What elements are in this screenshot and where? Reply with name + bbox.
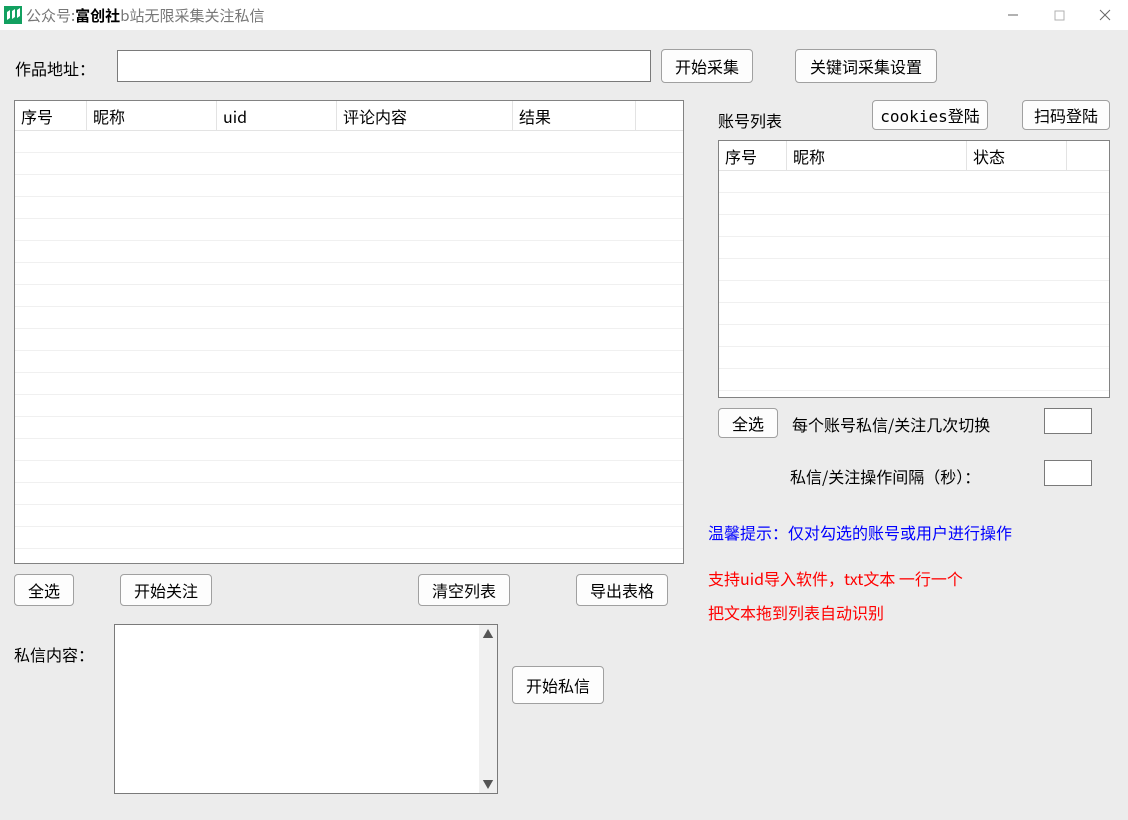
col-index[interactable]: 序号 xyxy=(15,101,87,130)
table-row[interactable] xyxy=(15,175,683,197)
scroll-up-icon[interactable]: ▲ xyxy=(483,625,494,643)
scroll-down-icon[interactable]: ▼ xyxy=(483,775,494,793)
title-brand: 富创社 xyxy=(75,5,120,26)
app-icon xyxy=(4,6,22,24)
keyword-settings-button[interactable]: 关键词采集设置 xyxy=(795,49,937,83)
col-uid[interactable]: uid xyxy=(217,101,337,130)
col-comment[interactable]: 评论内容 xyxy=(337,101,513,130)
main-table[interactable]: 序号 昵称 uid 评论内容 结果 xyxy=(14,100,684,564)
table-row[interactable] xyxy=(15,395,683,417)
title-bar: 公众号: 富创社 b站无限采集关注私信 xyxy=(0,0,1128,30)
table-row[interactable] xyxy=(15,241,683,263)
clear-list-button[interactable]: 清空列表 xyxy=(418,574,510,606)
pm-scrollbar[interactable]: ▲ ▼ xyxy=(479,625,497,793)
pm-content-label: 私信内容： xyxy=(14,642,94,666)
table-row[interactable] xyxy=(15,461,683,483)
acct-col-index[interactable]: 序号 xyxy=(719,141,787,170)
window-controls xyxy=(990,0,1128,30)
main-table-header: 序号 昵称 uid 评论内容 结果 xyxy=(15,101,683,131)
table-row[interactable] xyxy=(15,373,683,395)
hint-red-line2: 把文本拖到列表自动识别 xyxy=(708,600,884,624)
account-list-label: 账号列表 xyxy=(718,108,782,132)
pm-content-wrap: ▲ ▼ xyxy=(114,624,498,794)
table-row[interactable] xyxy=(719,259,1109,281)
table-row[interactable] xyxy=(15,131,683,153)
table-row[interactable] xyxy=(719,303,1109,325)
acct-col-nick[interactable]: 昵称 xyxy=(787,141,967,170)
account-table-body xyxy=(719,171,1109,391)
table-row[interactable] xyxy=(15,307,683,329)
table-row[interactable] xyxy=(15,285,683,307)
col-nick[interactable]: 昵称 xyxy=(87,101,217,130)
table-row[interactable] xyxy=(15,417,683,439)
start-follow-button[interactable]: 开始关注 xyxy=(120,574,212,606)
acct-col-status[interactable]: 状态 xyxy=(967,141,1067,170)
table-row[interactable] xyxy=(719,237,1109,259)
table-row[interactable] xyxy=(15,219,683,241)
table-row[interactable] xyxy=(15,483,683,505)
switch-after-label: 每个账号私信/关注几次切换 xyxy=(792,412,990,436)
col-result[interactable]: 结果 xyxy=(513,101,636,130)
table-row[interactable] xyxy=(15,329,683,351)
interval-label: 私信/关注操作间隔（秒）： xyxy=(790,464,980,488)
work-url-label: 作品地址： xyxy=(15,56,95,80)
table-row[interactable] xyxy=(719,281,1109,303)
title-prefix: 公众号: xyxy=(26,5,75,26)
select-all-accounts-button[interactable]: 全选 xyxy=(718,408,778,438)
table-row[interactable] xyxy=(719,325,1109,347)
table-row[interactable] xyxy=(719,215,1109,237)
maximize-button[interactable] xyxy=(1036,0,1082,30)
table-row[interactable] xyxy=(719,347,1109,369)
account-table-header: 序号 昵称 状态 xyxy=(719,141,1109,171)
table-row[interactable] xyxy=(719,369,1109,391)
start-pm-button[interactable]: 开始私信 xyxy=(512,666,604,704)
close-button[interactable] xyxy=(1082,0,1128,30)
table-row[interactable] xyxy=(15,351,683,373)
select-all-main-button[interactable]: 全选 xyxy=(14,574,74,606)
minimize-button[interactable] xyxy=(990,0,1036,30)
table-row[interactable] xyxy=(719,171,1109,193)
cookies-login-button[interactable]: cookies登陆 xyxy=(872,100,988,130)
scan-login-button[interactable]: 扫码登陆 xyxy=(1022,100,1110,130)
table-row[interactable] xyxy=(15,505,683,527)
work-url-input[interactable] xyxy=(117,50,651,82)
start-collect-button[interactable]: 开始采集 xyxy=(661,49,753,83)
table-row[interactable] xyxy=(15,263,683,285)
account-table[interactable]: 序号 昵称 状态 xyxy=(718,140,1110,398)
pm-content-textarea[interactable] xyxy=(115,625,479,793)
hint-red-line1: 支持uid导入软件，txt文本 一行一个 xyxy=(708,566,963,590)
table-row[interactable] xyxy=(15,153,683,175)
title-suffix: b站无限采集关注私信 xyxy=(120,5,264,26)
export-table-button[interactable]: 导出表格 xyxy=(576,574,668,606)
hint-blue: 温馨提示：仅对勾选的账号或用户进行操作 xyxy=(708,520,1012,544)
main-table-body xyxy=(15,131,683,549)
table-row[interactable] xyxy=(719,193,1109,215)
table-row[interactable] xyxy=(15,197,683,219)
interval-input[interactable] xyxy=(1044,460,1092,486)
table-row[interactable] xyxy=(15,527,683,549)
switch-count-input[interactable] xyxy=(1044,408,1092,434)
table-row[interactable] xyxy=(15,439,683,461)
